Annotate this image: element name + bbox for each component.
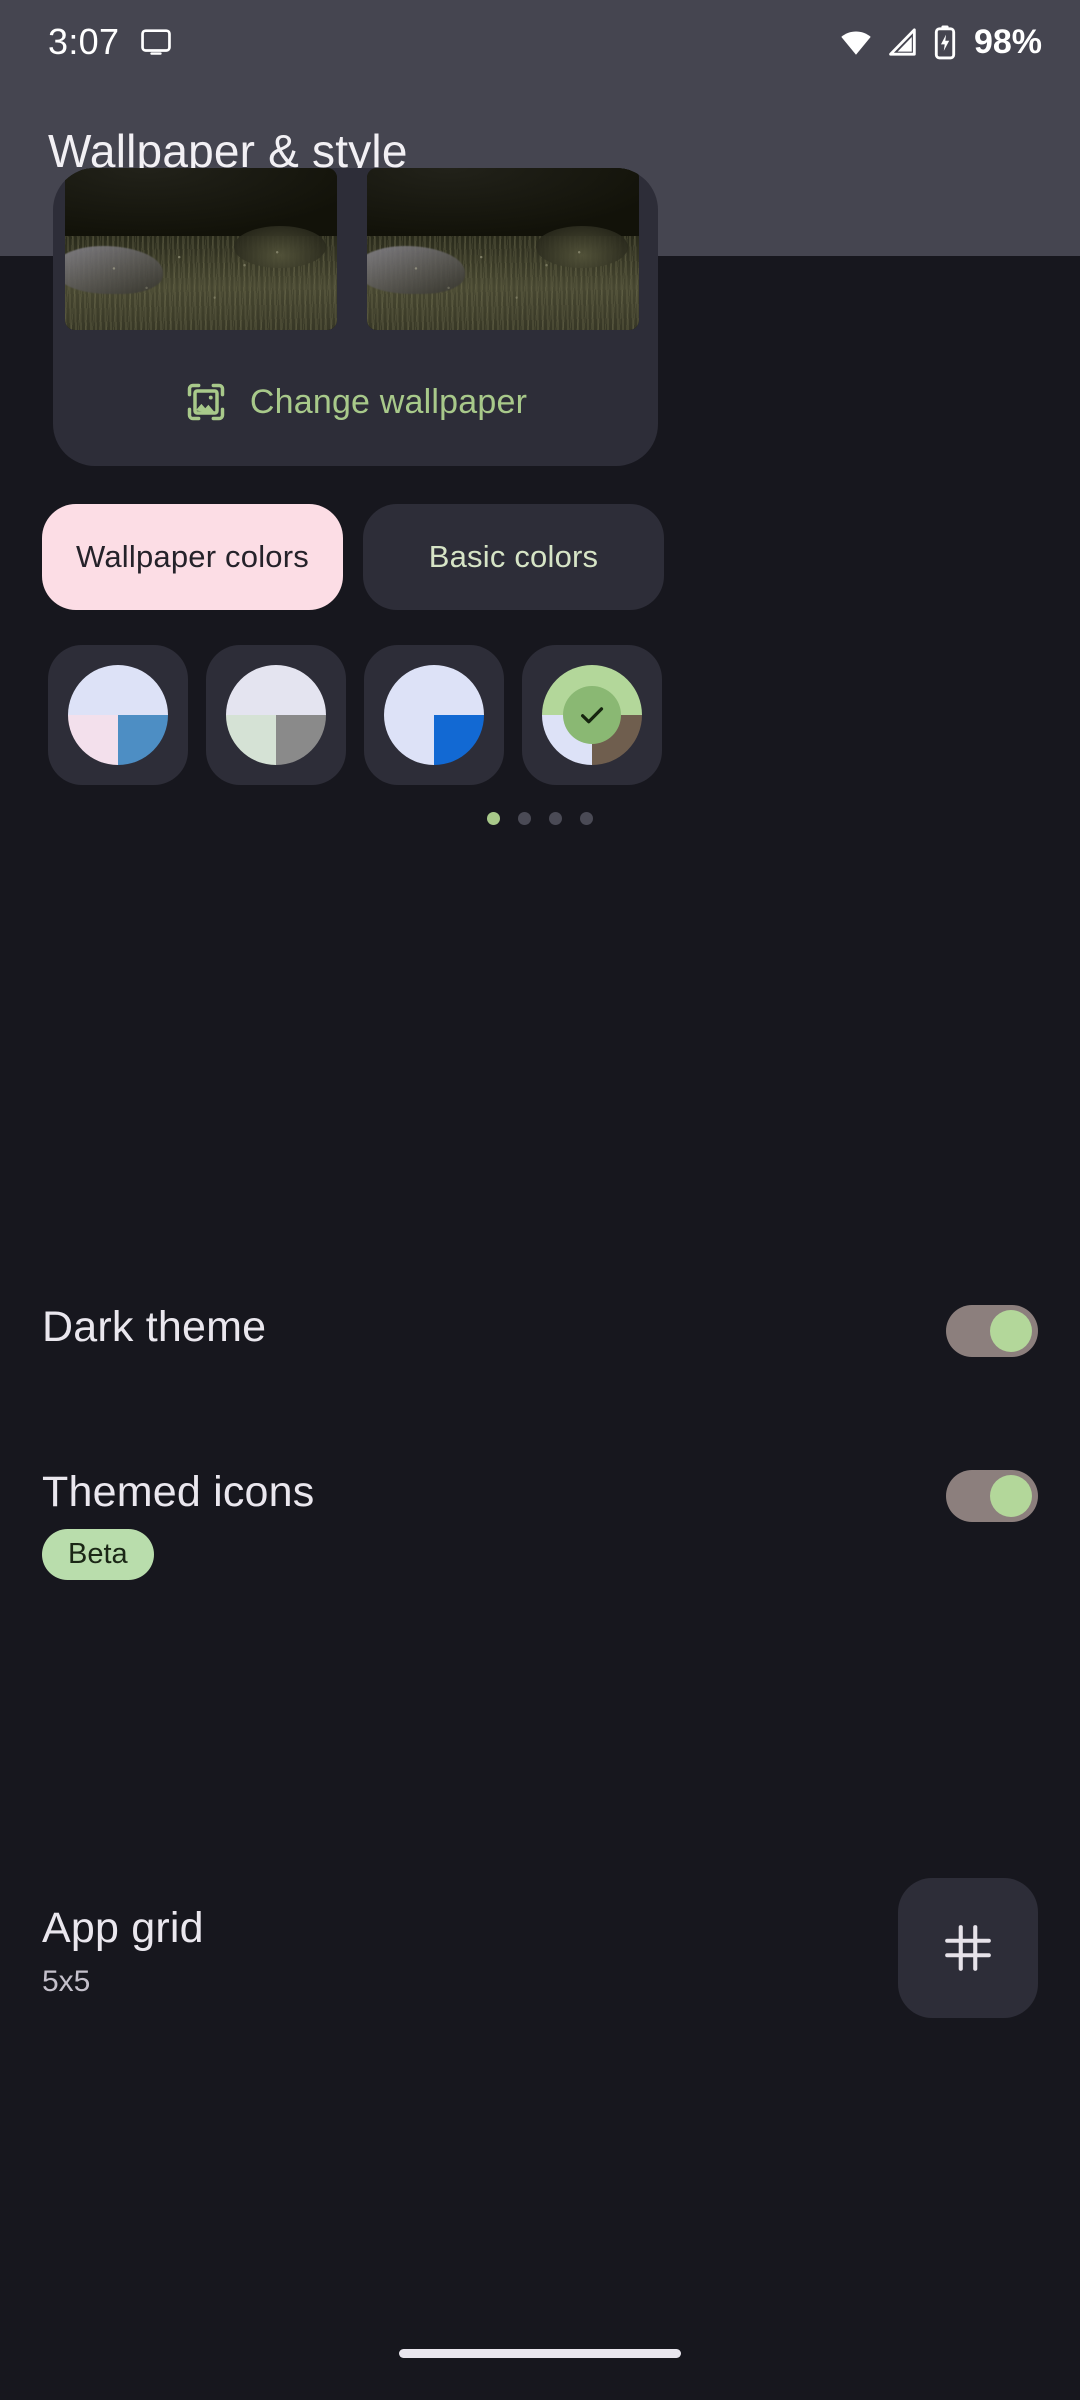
home-screen-preview[interactable] (65, 168, 337, 330)
check-icon (577, 700, 607, 730)
swatch-quadrant-bottom-left (68, 715, 118, 765)
swatch-check-circle (563, 686, 621, 744)
app-grid-title: App grid (42, 1904, 204, 1952)
color-option-4[interactable] (522, 645, 662, 785)
color-option-1[interactable] (48, 645, 188, 785)
cellular-signal-icon (886, 25, 920, 59)
swatch-quadrant-top (68, 665, 168, 715)
swatch-quadrant-bottom-left (384, 715, 434, 765)
themed-icons-title: Themed icons (42, 1468, 315, 1516)
tab-wallpaper-colors-label: Wallpaper colors (76, 539, 309, 574)
dark-theme-text: Dark theme (42, 1303, 267, 1351)
wifi-icon (838, 24, 874, 60)
tab-basic-colors[interactable]: Basic colors (363, 504, 664, 610)
page-dot-2[interactable] (518, 812, 531, 825)
grid-icon (939, 1919, 997, 1977)
page-dot-3[interactable] (549, 812, 562, 825)
status-bar-left: 3:07 (48, 21, 173, 63)
dark-theme-title: Dark theme (42, 1303, 267, 1351)
change-wallpaper-label: Change wallpaper (249, 382, 528, 421)
toggle-knob (990, 1475, 1032, 1517)
image-frame-icon (184, 380, 228, 424)
toggle-knob (990, 1310, 1032, 1352)
wallpaper-thumbnail-row (53, 168, 658, 338)
setting-row-app-grid[interactable]: App grid 5x5 (0, 1878, 1080, 2018)
preview-texture (65, 168, 337, 330)
themed-icons-beta-badge: Beta (42, 1529, 154, 1581)
themed-icons-toggle[interactable] (946, 1470, 1038, 1522)
lock-screen-preview[interactable] (367, 168, 639, 330)
app-grid-text: App grid 5x5 (42, 1878, 204, 1999)
color-swatch-circle (542, 665, 642, 765)
color-swatch-circle (384, 665, 484, 765)
page-dot-1[interactable] (487, 812, 500, 825)
battery-charging-icon (932, 24, 958, 60)
color-swatch-circle (226, 665, 326, 765)
wallpaper-preview-card: Change wallpaper (53, 168, 658, 466)
status-bar: 3:07 98% (0, 0, 1080, 84)
swatch-quadrant-bottom-left (226, 715, 276, 765)
preview-texture (367, 168, 639, 330)
app-grid-value: 5x5 (42, 1965, 91, 1999)
setting-row-themed-icons[interactable]: Themed icons Beta (0, 1468, 1080, 1581)
swatch-selected-overlay (542, 665, 642, 765)
color-option-2[interactable] (206, 645, 346, 785)
swatch-quadrant-top (226, 665, 326, 715)
status-bar-clock: 3:07 (48, 21, 120, 62)
setting-row-dark-theme[interactable]: Dark theme (0, 1303, 1080, 1357)
color-pagination-dots (0, 812, 1080, 825)
color-swatch-circle (68, 665, 168, 765)
color-swatch-row (48, 645, 668, 787)
status-bar-right: 98% (838, 23, 1042, 62)
color-source-tabs: Wallpaper colors Basic colors (42, 504, 664, 610)
dark-theme-toggle[interactable] (946, 1305, 1038, 1357)
swatch-quadrant-bottom-right (118, 715, 168, 765)
app-grid-button[interactable] (898, 1878, 1038, 2018)
home-indicator[interactable] (399, 2349, 681, 2358)
battery-percent-label: 98% (973, 22, 1042, 61)
change-wallpaper-button[interactable]: Change wallpaper (53, 338, 658, 466)
tab-wallpaper-colors[interactable]: Wallpaper colors (42, 504, 343, 610)
page-dot-4[interactable] (580, 812, 593, 825)
tab-basic-colors-label: Basic colors (428, 539, 599, 574)
swatch-quadrant-bottom-right (434, 715, 484, 765)
swatch-quadrant-bottom-right (276, 715, 326, 765)
themed-icons-text: Themed icons Beta (42, 1468, 315, 1581)
color-option-3[interactable] (364, 645, 504, 785)
swatch-quadrant-top (384, 665, 484, 715)
cast-icon (139, 25, 173, 59)
